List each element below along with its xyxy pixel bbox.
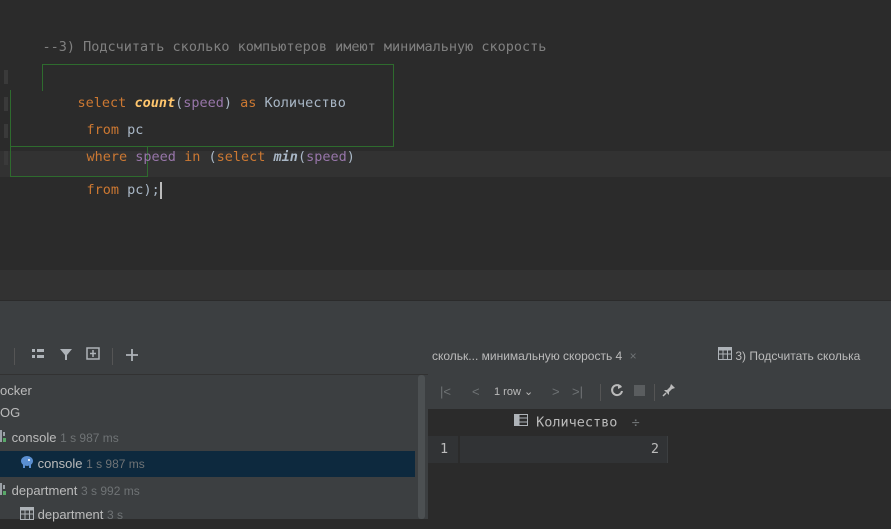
function-min: min	[273, 149, 298, 165]
results-toolbar: |< < 1 row ⌄ > >|	[428, 375, 891, 409]
table-pc: pc	[127, 182, 144, 198]
tree-item-time: 3 s	[107, 508, 124, 522]
sort-icon[interactable]: ÷	[632, 415, 640, 431]
row-number: 1	[428, 436, 458, 463]
code-line-where: where speed in (select min(speed)	[54, 118, 355, 165]
gutter-marker	[4, 151, 8, 165]
statement-end: );	[143, 182, 160, 198]
keyword-select: select	[216, 149, 266, 165]
layout-icon[interactable]	[28, 347, 48, 365]
first-page-icon[interactable]: |<	[440, 383, 451, 401]
services-scrollbar[interactable]	[415, 375, 428, 519]
close-paren: )	[223, 95, 232, 111]
tab-result-second[interactable]: 3) Подсчитать сколька	[718, 338, 860, 375]
table-cell[interactable]: 2	[460, 436, 668, 463]
column-header-kolichestvo[interactable]: Количество ÷	[514, 409, 640, 436]
console-session-icon	[0, 426, 8, 452]
tree-item-og[interactable]: OG	[0, 400, 415, 426]
tab-label: 3) Подсчитать сколька	[735, 349, 861, 363]
chevron-down-icon: ⌄	[523, 386, 534, 398]
open-paren: (	[297, 149, 307, 165]
close-paren: )	[346, 149, 355, 165]
services-panel: ocker OG console 1 s 987 ms console 1 s …	[0, 338, 428, 522]
alias: Количество	[264, 95, 346, 111]
code-line-select: select count(speed) as Количество	[45, 64, 346, 111]
tree-item-time: 3 s 992 ms	[81, 484, 140, 498]
tree-item-console-selected[interactable]: console 1 s 987 ms	[0, 451, 415, 477]
panel-splitter[interactable]	[0, 300, 891, 339]
refresh-icon[interactable]	[610, 383, 624, 401]
code-line-from-end: from pc);	[54, 151, 162, 199]
next-page-icon[interactable]: >	[552, 383, 560, 401]
keyword-in: in	[184, 149, 201, 165]
tree-item-label: department	[37, 507, 104, 522]
open-paren: (	[208, 149, 217, 165]
close-tab-icon[interactable]: ×	[630, 349, 637, 363]
column-speed: speed	[183, 95, 224, 111]
last-page-icon[interactable]: >|	[572, 383, 583, 401]
results-panel: скольк... минимальную скорость 4 × 3) По…	[428, 338, 891, 519]
comment-text: --3) Подсчитать сколько компьютеров имею…	[42, 39, 547, 55]
column-header-label: Количество	[536, 414, 618, 431]
filter-icon[interactable]	[56, 347, 76, 365]
tree-item-time: 1 s 987 ms	[86, 457, 145, 471]
grid-header: Количество ÷	[428, 409, 891, 436]
toolbar-divider	[112, 348, 113, 365]
open-paren: (	[175, 95, 184, 111]
tree-item-label: OG	[0, 405, 21, 420]
gutter-marker	[4, 124, 8, 138]
prev-page-icon[interactable]: <	[472, 383, 480, 401]
tree-item-department-table[interactable]: department 3 s	[0, 502, 415, 528]
pin-icon[interactable]	[662, 383, 676, 401]
table-icon	[718, 338, 732, 375]
row-count-label: 1 row	[494, 386, 521, 398]
add-icon[interactable]	[122, 347, 142, 365]
services-toolbar	[0, 338, 428, 375]
stop-icon[interactable]	[634, 383, 645, 401]
tree-item-time: 1 s 987 ms	[60, 431, 119, 445]
gutter-marker	[4, 70, 8, 84]
editor-bottom-area	[0, 270, 891, 300]
tree-item-label: department	[11, 483, 78, 498]
keyword-as: as	[240, 95, 257, 111]
postgres-elephant-icon	[20, 452, 34, 478]
toolbar-divider	[654, 384, 655, 401]
sql-editor[interactable]: --3) Подсчитать сколько компьютеров имею…	[0, 0, 891, 300]
toolbar-divider	[14, 348, 15, 365]
gutter-marker	[4, 97, 8, 111]
column-icon	[514, 409, 528, 436]
tree-item-label: console	[11, 430, 57, 445]
results-tab-bar: скольк... минимальную скорость 4 × 3) По…	[428, 338, 891, 376]
tree-item-label: ocker	[0, 383, 32, 398]
table-row[interactable]: 1 2	[428, 436, 891, 463]
console-session-icon	[0, 479, 8, 505]
keyword-from: from	[86, 182, 120, 198]
code-line-from: from pc	[54, 91, 144, 138]
column-speed: speed	[306, 149, 347, 165]
new-group-icon[interactable]	[84, 347, 104, 365]
table-icon	[20, 503, 34, 529]
toolbar-divider	[600, 384, 601, 401]
tree-item-label: console	[37, 456, 83, 471]
tree-item-department-session[interactable]: department 3 s 992 ms	[0, 478, 415, 504]
tab-label: скольк... минимальную скорость 4	[432, 349, 623, 363]
text-caret	[159, 181, 162, 199]
tab-result-active[interactable]: скольк... минимальную скорость 4 ×	[432, 338, 637, 375]
tree-item-console-session[interactable]: console 1 s 987 ms	[0, 425, 415, 451]
scrollbar-thumb[interactable]	[418, 375, 425, 519]
row-count-dropdown[interactable]: 1 row ⌄	[494, 383, 533, 401]
code-comment-line: --3) Подсчитать сколько компьютеров имею…	[10, 8, 547, 55]
